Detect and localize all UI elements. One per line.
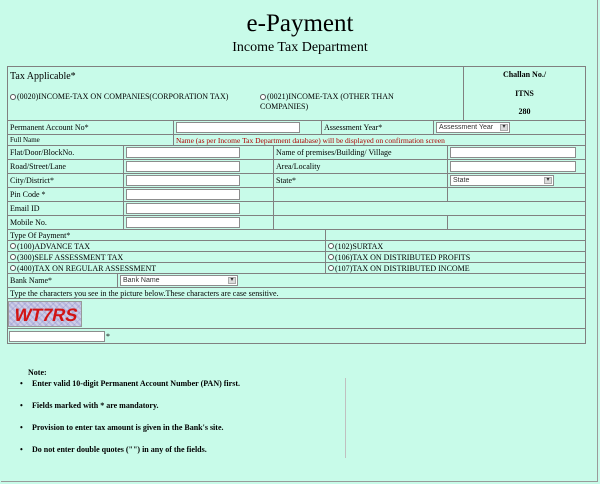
address-row-1: Flat/Door/BlockNo. Name of premises/Buil… — [8, 146, 585, 160]
assessment-year-label-cell: Assessment Year* — [322, 121, 434, 134]
captcha-instruction-row: Type the characters you see in the pictu… — [8, 288, 585, 299]
assessment-year-label: Assessment Year* — [324, 123, 383, 132]
chevron-down-icon: ▾ — [544, 177, 552, 184]
bank-select[interactable]: Bank Name ▾ — [120, 275, 238, 286]
address-row-4: Pin Code * — [8, 188, 585, 202]
bank-label: Bank Name* — [10, 276, 52, 285]
radio-400[interactable] — [10, 265, 16, 271]
payment-option-400[interactable]: (400)TAX ON REGULAR ASSESSMENT — [8, 263, 326, 273]
city-input[interactable] — [126, 175, 240, 186]
tax-applicable-row: Tax Applicable* (0020)INCOME-TAX ON COMP… — [8, 67, 585, 121]
premises-label: Name of premises/Building/ Village — [276, 148, 392, 157]
note-item: • Do not enter double quotes ("") in any … — [20, 445, 207, 454]
page-title: e-Payment — [246, 10, 354, 37]
address-row-5: Email ID — [8, 202, 585, 216]
payment-type-header-row: Type Of Payment* — [8, 230, 585, 241]
state-label: State* — [276, 176, 296, 185]
captcha-image: WT7RS — [8, 300, 82, 327]
payment-option-300[interactable]: (300)SELF ASSESSMENT TAX — [8, 252, 326, 262]
captcha-text: WT7RS — [12, 304, 80, 325]
challan-itns: ITNS — [515, 89, 534, 98]
area-input[interactable] — [450, 161, 576, 172]
notes-section: Note: • Enter valid 10-digit Permanent Ac… — [20, 368, 350, 467]
full-name-note-cell: Name (as per Income Tax Department datab… — [174, 135, 585, 145]
pan-row: Permanent Account No* Assessment Year* A… — [8, 121, 585, 135]
pan-input[interactable] — [176, 122, 300, 133]
radio-106[interactable] — [328, 254, 334, 260]
radio-100[interactable] — [10, 243, 16, 249]
tax-applicable-label: Tax Applicable* — [10, 71, 76, 82]
premises-input[interactable] — [450, 147, 576, 158]
tax-option-0020[interactable]: (0020)INCOME-TAX ON COMPANIES(CORPORATIO… — [10, 92, 260, 112]
captcha-input[interactable] — [9, 330, 105, 342]
assessment-year-select-cell: Assessment Year ▾ — [434, 121, 585, 134]
payment-type-row-3: (400)TAX ON REGULAR ASSESSMENT (107)TAX … — [8, 263, 585, 274]
radio-300[interactable] — [10, 254, 16, 260]
challan-cell: Challan No./ ITNS 280 — [464, 67, 585, 120]
tax-option-0021[interactable]: (0021)INCOME-TAX (OTHER THAN COMPANIES) — [260, 92, 440, 112]
captcha-image-row: WT7RS — [8, 299, 585, 329]
note-item: • Provision to enter tax amount is given … — [20, 423, 224, 432]
mobile-input[interactable] — [126, 217, 240, 228]
area-label: Area/Locality — [276, 162, 321, 171]
captcha-instruction: Type the characters you see in the pictu… — [10, 288, 279, 298]
state-select[interactable]: State ▾ — [450, 175, 554, 186]
road-label: Road/Street/Lane — [10, 162, 66, 171]
pin-input[interactable] — [126, 189, 240, 200]
notes-heading: Note: — [28, 368, 47, 377]
pan-input-cell — [174, 121, 322, 134]
challan-number: 280 — [518, 107, 531, 116]
note-item: • Enter valid 10-digit Permanent Account … — [20, 379, 240, 388]
mobile-label: Mobile No. — [10, 218, 47, 227]
radio-0020[interactable] — [10, 94, 16, 101]
radio-0021[interactable] — [260, 94, 266, 101]
flat-input[interactable] — [126, 147, 240, 158]
address-row-6: Mobile No. — [8, 216, 585, 230]
payment-option-106[interactable]: (106)TAX ON DISTRIBUTED PROFITS — [326, 252, 585, 262]
epayment-form: Tax Applicable* (0020)INCOME-TAX ON COMP… — [7, 66, 586, 344]
radio-107[interactable] — [328, 265, 334, 271]
pin-label: Pin Code * — [10, 190, 46, 199]
pan-label-cell: Permanent Account No* — [8, 121, 174, 134]
tax-applicable-cell: Tax Applicable* (0020)INCOME-TAX ON COMP… — [8, 67, 464, 120]
full-name-label: Full Name — [10, 135, 40, 144]
payment-option-100[interactable]: (100)ADVANCE TAX — [8, 241, 326, 251]
email-label: Email ID — [10, 204, 40, 213]
address-row-2: Road/Street/Lane Area/Locality — [8, 160, 585, 174]
radio-102[interactable] — [328, 243, 334, 249]
payment-option-107[interactable]: (107)TAX ON DISTRIBUTED INCOME — [326, 263, 585, 273]
captcha-input-row: * — [8, 329, 585, 343]
flat-label: Flat/Door/BlockNo. — [10, 148, 75, 157]
full-name-label-cell: Full Name — [8, 135, 174, 145]
captcha-required-mark: * — [106, 331, 110, 341]
road-input[interactable] — [126, 161, 240, 172]
address-row-3: City/District* State* State ▾ — [8, 174, 585, 188]
chevron-down-icon: ▾ — [500, 124, 508, 131]
payment-type-row-2: (300)SELF ASSESSMENT TAX (106)TAX ON DIS… — [8, 252, 585, 263]
payment-option-102[interactable]: (102)SURTAX — [326, 241, 585, 251]
assessment-year-select[interactable]: Assessment Year ▾ — [436, 122, 510, 133]
chevron-down-icon: ▾ — [228, 277, 236, 284]
bank-row: Bank Name* Bank Name ▾ — [8, 274, 585, 288]
challan-label: Challan No./ — [502, 70, 547, 79]
divider — [345, 378, 346, 458]
email-input[interactable] — [126, 203, 240, 214]
payment-type-row-1: (100)ADVANCE TAX (102)SURTAX — [8, 241, 585, 252]
page-subtitle: Income Tax Department — [232, 40, 368, 55]
full-name-row: Full Name Name (as per Income Tax Depart… — [8, 135, 585, 146]
payment-type-label: Type Of Payment* — [10, 230, 71, 240]
pan-label: Permanent Account No* — [10, 123, 89, 132]
note-item: • Fields marked with * are mandatory. — [20, 401, 159, 410]
city-label: City/District* — [10, 176, 54, 185]
full-name-note: Name (as per Income Tax Department datab… — [176, 135, 445, 145]
